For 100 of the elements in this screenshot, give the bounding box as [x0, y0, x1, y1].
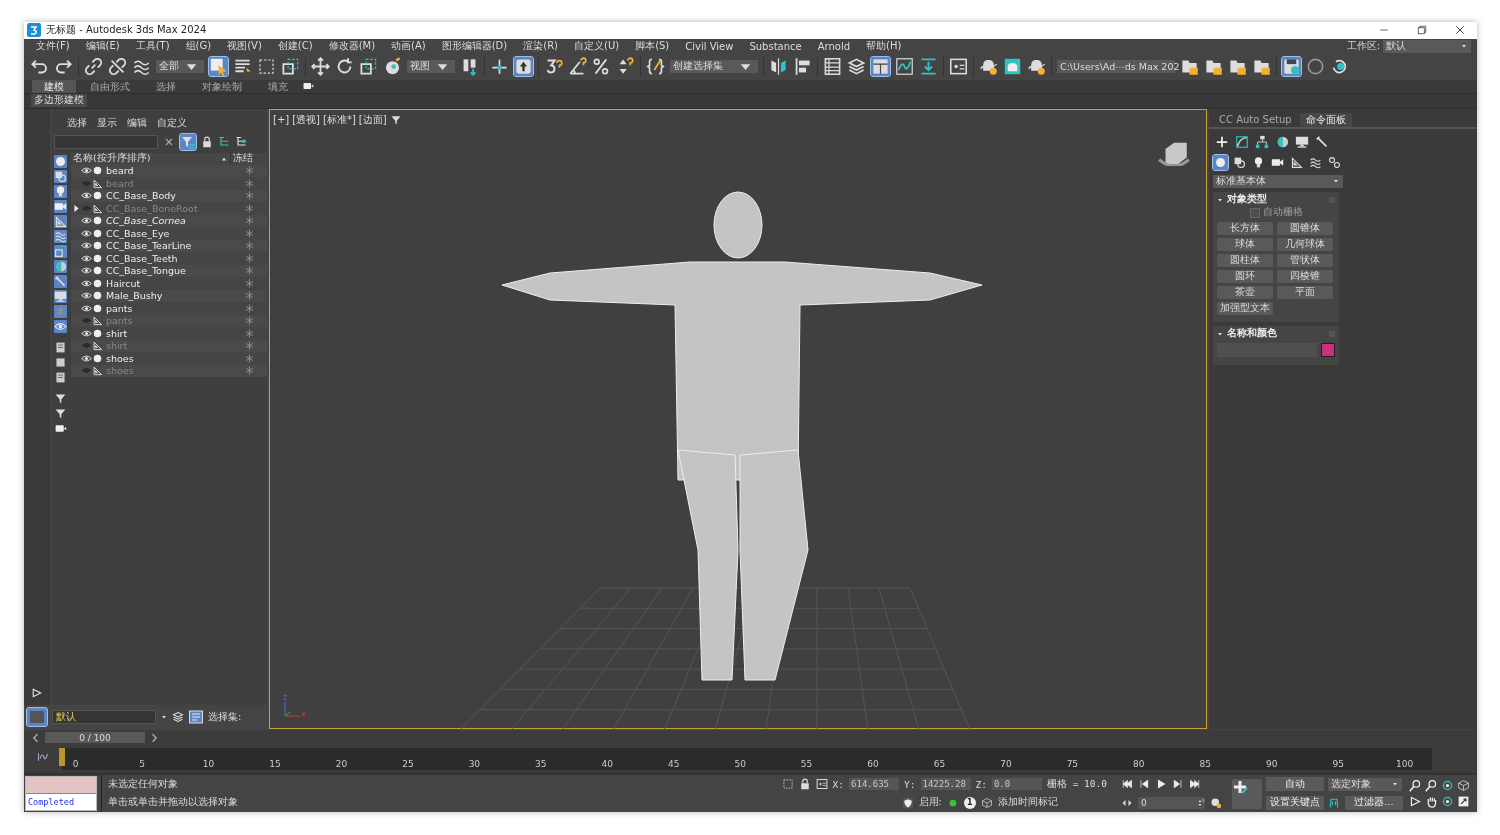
lock-icon[interactable]	[201, 135, 213, 148]
viewport-layout-button[interactable]	[26, 707, 48, 728]
crossing-select-icon[interactable]	[281, 57, 300, 77]
braces-icon[interactable]	[646, 57, 665, 77]
systems-icon[interactable]	[1327, 154, 1342, 170]
explorer-menu-item[interactable]: 编辑	[122, 117, 152, 131]
toolbar-dropdown[interactable]: 创建选择集	[670, 60, 758, 74]
mirror-icon[interactable]	[769, 57, 788, 77]
square-icon[interactable]	[54, 355, 67, 369]
page-icon[interactable]	[54, 370, 67, 384]
next-frame-icon[interactable]	[1172, 778, 1184, 791]
primitive-button[interactable]: 四棱锥	[1277, 269, 1333, 283]
viewport-label[interactable]: [标准*]	[323, 112, 356, 127]
freeze-snowflake-icon[interactable]	[243, 202, 255, 214]
freeze-snowflake-icon[interactable]	[243, 265, 255, 277]
workspace-dropdown[interactable]: 默认	[1383, 39, 1471, 53]
frame-counter[interactable]: 0 / 100	[45, 732, 145, 744]
viewport-label[interactable]: [+]	[273, 114, 290, 126]
go-to-end-icon[interactable]	[1189, 778, 1201, 791]
set-key-button[interactable]	[1232, 778, 1262, 809]
visibility-eye-icon[interactable]	[81, 352, 92, 364]
freeze-snowflake-icon[interactable]	[243, 290, 255, 302]
ribbon-tab[interactable]: 自由形式	[78, 79, 142, 93]
funnel-icon[interactable]	[54, 406, 67, 420]
motion-filter-icon[interactable]	[54, 259, 67, 273]
wrench-icon[interactable]	[1315, 134, 1329, 149]
viewport-label[interactable]: [边面]	[358, 112, 387, 127]
viewport[interactable]: [+] [透视] [标准*] [边面] z x	[269, 108, 1207, 730]
select-cursor-icon[interactable]	[209, 57, 228, 77]
isolate-icon[interactable]	[781, 778, 794, 791]
percent-icon[interactable]	[592, 57, 611, 77]
layers-icon[interactable]	[847, 57, 866, 77]
menu-item[interactable]: 编辑(E)	[77, 39, 128, 54]
bulb-filter-icon[interactable]	[54, 184, 67, 198]
align-icon[interactable]	[793, 57, 812, 77]
menu-item[interactable]: 修改器(M)	[320, 39, 384, 54]
menu-item[interactable]: 动画(A)	[383, 39, 434, 54]
visibility-eye-icon[interactable]	[81, 277, 92, 289]
visibility-eye-icon[interactable]	[81, 165, 92, 177]
add-time-tag[interactable]: 添加时间标记	[997, 796, 1058, 810]
explorer-menu-item[interactable]: 显示	[92, 117, 122, 131]
auto-key-button[interactable]: 自动	[1266, 777, 1324, 792]
rollout-title[interactable]: 对象类型	[1227, 193, 1267, 207]
category-dropdown[interactable]: 标准基本体	[1213, 174, 1343, 188]
wrench-filter-icon[interactable]	[54, 274, 67, 288]
teapot-icon[interactable]	[1027, 57, 1046, 77]
zoom-all-icon[interactable]	[1425, 779, 1438, 793]
menu-item[interactable]: 创建(C)	[269, 39, 321, 54]
primitive-button[interactable]: 球体	[1217, 237, 1273, 251]
primitive-button[interactable]: 几何球体	[1277, 237, 1333, 251]
freeze-snowflake-icon[interactable]	[243, 352, 255, 364]
motion-icon[interactable]	[1275, 134, 1289, 149]
toolbar-dropdown[interactable]: 全部	[156, 60, 204, 74]
primitive-button[interactable]: 管状体	[1277, 253, 1333, 267]
column-header[interactable]: 名称(按升序排序)	[73, 152, 151, 166]
curve-icon[interactable]	[37, 751, 49, 764]
ribbon-panel-label[interactable]: 多边形建模	[31, 94, 87, 108]
save-icon[interactable]	[1282, 57, 1301, 77]
ribbon-tab[interactable]: 选择	[144, 79, 188, 93]
primitive-button[interactable]: 平面	[1277, 285, 1333, 299]
page-icon[interactable]	[54, 340, 67, 354]
primitive-button[interactable]: 长方体	[1217, 221, 1273, 235]
visibility-eye-icon[interactable]	[81, 252, 92, 264]
display-icon[interactable]	[1295, 134, 1309, 149]
freeze-snowflake-icon[interactable]	[243, 190, 255, 202]
previous-frame-icon[interactable]	[1138, 778, 1150, 791]
freeze-snowflake-icon[interactable]	[243, 252, 255, 264]
create-icon[interactable]	[1215, 134, 1229, 149]
pan-icon[interactable]	[1425, 795, 1438, 809]
freeze-snowflake-icon[interactable]	[243, 240, 255, 252]
visibility-eye-icon[interactable]	[81, 265, 92, 277]
hierarchy-icon[interactable]	[1255, 134, 1269, 149]
explorer-menu-item[interactable]: 自定义	[152, 117, 192, 131]
freeze-snowflake-icon[interactable]	[243, 302, 255, 314]
scale-filter-icon[interactable]	[54, 244, 67, 258]
visibility-eye-icon[interactable]	[81, 227, 92, 239]
coord-field[interactable]: 14225.28	[920, 778, 971, 791]
freeze-snowflake-icon[interactable]	[243, 340, 255, 352]
panel-tab[interactable]: CC Auto Setup	[1213, 112, 1298, 127]
primitive-button[interactable]: 加强型文本	[1217, 301, 1273, 315]
go-to-start-icon[interactable]	[1121, 778, 1133, 791]
maximize-icon[interactable]	[1457, 795, 1470, 809]
ribbon-tab[interactable]: 填充	[256, 79, 300, 93]
primitive-button[interactable]: 圆柱体	[1217, 253, 1273, 267]
visibility-eye-icon[interactable]	[81, 240, 92, 252]
menu-item[interactable]: Substance	[741, 40, 810, 52]
freeze-snowflake-icon[interactable]	[243, 315, 255, 327]
coord-field[interactable]: 614.635	[849, 778, 900, 791]
key-icon[interactable]	[514, 57, 533, 77]
set-key-mode-button[interactable]: 设置关键点	[1266, 795, 1324, 810]
lock-icon[interactable]	[798, 778, 811, 791]
menu-item[interactable]: 组(G)	[177, 39, 220, 54]
wave-link-icon[interactable]	[132, 57, 151, 77]
teapot-icon[interactable]	[979, 57, 998, 77]
ribbon-tab[interactable]: 对象绘制	[190, 79, 254, 93]
adaptive-degradation-icon[interactable]	[901, 796, 914, 809]
funnel-icon[interactable]	[54, 391, 67, 405]
monitor-filter-icon[interactable]	[54, 289, 67, 303]
rollout-title[interactable]: 名称和颜色	[1227, 327, 1277, 341]
move-icon[interactable]	[311, 57, 330, 77]
